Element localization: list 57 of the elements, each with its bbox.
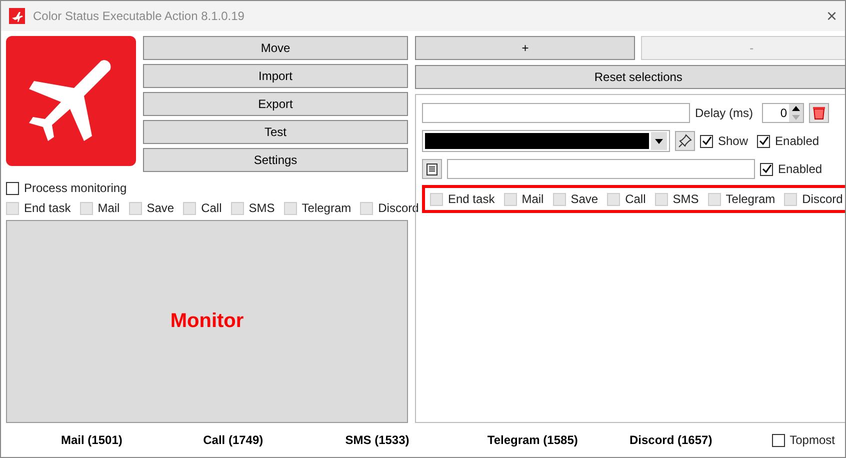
- action-button[interactable]: Test: [143, 120, 408, 144]
- reset-button[interactable]: Reset selections: [415, 65, 845, 89]
- channel-label: SMS: [248, 201, 275, 215]
- airplane-icon: [9, 8, 25, 24]
- checkbox-label: Enabled: [778, 162, 822, 176]
- counter-label: Telegram (1585): [487, 433, 579, 447]
- window-title: Color Status Executable Action 8.1.0.19: [33, 9, 246, 23]
- name-field[interactable]: [422, 103, 690, 123]
- counter-label: Discord (1657): [630, 433, 714, 447]
- checkbox[interactable]: [6, 182, 19, 194]
- channel-label: Telegram: [302, 201, 352, 215]
- channel-label: End task: [24, 201, 71, 215]
- pin-icon: [678, 134, 692, 148]
- checkbox[interactable]: [760, 162, 773, 176]
- counter-label: SMS (1533): [345, 433, 410, 447]
- channel-label: Telegram: [726, 192, 776, 206]
- channel-label: Call: [201, 201, 222, 215]
- channel-label: Save: [146, 201, 174, 215]
- channel-label: Mail: [522, 192, 544, 206]
- delay-label: Delay (ms): [695, 106, 754, 120]
- caret-icon: [655, 138, 663, 144]
- channel-label: Call: [625, 192, 646, 206]
- check-icon: [702, 136, 712, 146]
- up-arrow-icon[interactable]: [792, 106, 800, 111]
- clipboard-button[interactable]: [422, 159, 442, 179]
- checkbox-label: Topmost: [790, 433, 835, 447]
- checkbox[interactable]: [700, 134, 713, 148]
- checkbox[interactable]: [757, 134, 770, 148]
- checkbox-label: Enabled: [775, 134, 820, 148]
- delay-value: 0: [780, 106, 788, 120]
- checkbox[interactable]: [772, 434, 785, 446]
- channel-label: Mail: [98, 201, 120, 215]
- clipboard-icon: [426, 162, 438, 176]
- monitor-panel: Monitor: [6, 220, 408, 423]
- add-button[interactable]: +: [415, 36, 636, 60]
- checkbox-label: Show: [718, 134, 748, 148]
- delay-spinner[interactable]: 0: [762, 103, 804, 123]
- counter-label: Mail (1501): [61, 433, 124, 447]
- channel-label: Discord: [802, 192, 843, 206]
- channel-label: Discord: [378, 201, 419, 215]
- channel-label: Save: [570, 192, 598, 206]
- action-button[interactable]: Settings: [143, 148, 408, 172]
- check-icon: [758, 136, 769, 146]
- trash-button[interactable]: [809, 103, 830, 123]
- color-dropdown[interactable]: [422, 130, 670, 152]
- channel-label: SMS: [672, 192, 699, 206]
- action-button[interactable]: Import: [143, 64, 408, 88]
- trash-icon: [812, 106, 826, 120]
- path-field[interactable]: [447, 159, 755, 179]
- check-icon: [762, 164, 772, 174]
- pin-button[interactable]: [675, 131, 695, 151]
- close-button[interactable]: ×: [826, 6, 837, 26]
- action-button[interactable]: Export: [143, 92, 408, 116]
- action-button[interactable]: Move: [143, 36, 408, 60]
- counter-label: Call (1749): [203, 433, 264, 447]
- checkbox-label: Process monitoring: [24, 181, 127, 195]
- channel-label: End task: [448, 192, 495, 206]
